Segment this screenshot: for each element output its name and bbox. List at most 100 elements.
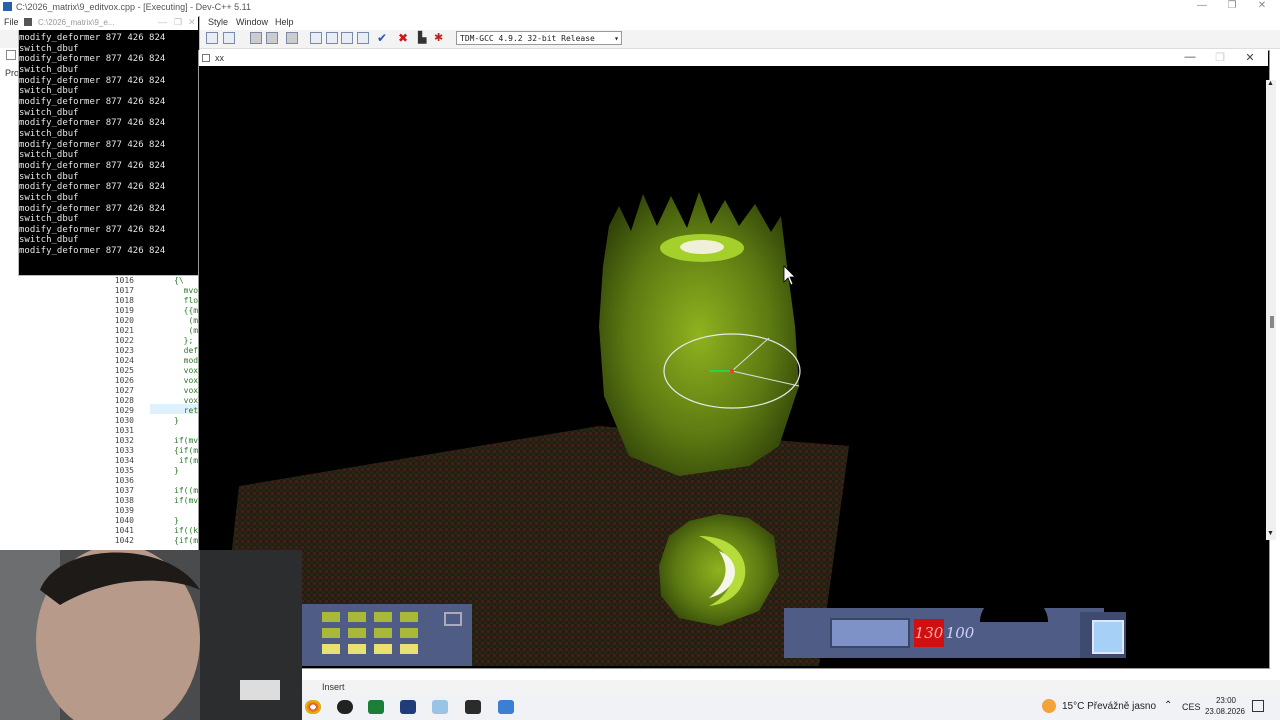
check-icon[interactable]: ✔	[377, 32, 389, 44]
code-lines: 1016 1017 1018 1019 1020 1021 1022 1023 1024 1025…	[110, 276, 203, 550]
hud-slot[interactable]	[348, 612, 366, 622]
hud-slot[interactable]	[374, 612, 392, 622]
hud-health-value: 130	[914, 619, 944, 647]
code-line: mvo	[174, 286, 199, 295]
hud-slot[interactable]	[400, 612, 418, 622]
menu-style[interactable]: Style	[208, 17, 228, 27]
hud-slot[interactable]	[400, 644, 418, 654]
stop-icon[interactable]: ✖	[398, 32, 410, 44]
toolbar-forward-icon[interactable]	[266, 32, 278, 44]
hud-shield-icon[interactable]	[444, 612, 462, 626]
console-line: switch_dbuf	[19, 43, 79, 54]
devcpp-restore-button[interactable]: ❐	[1222, 0, 1242, 11]
game-restore-button[interactable]: ❐	[1205, 51, 1235, 64]
menu-window[interactable]: Window	[236, 17, 268, 27]
game-window-title: xx	[215, 53, 224, 63]
game-icon[interactable]	[465, 700, 481, 714]
notepad-icon[interactable]	[432, 700, 448, 714]
clock-date[interactable]: 23.08.2026	[1200, 707, 1250, 716]
console-line: switch_dbuf	[19, 128, 79, 139]
chevron-down-icon: ▾	[614, 34, 619, 43]
hud-slot[interactable]	[374, 644, 392, 654]
line-number: 1021	[114, 326, 134, 335]
hud-slot[interactable]	[322, 628, 340, 638]
debug-icon[interactable]: ✱	[434, 32, 446, 44]
weather-widget[interactable]: 15°C Převážně jasno	[1062, 701, 1156, 712]
project-icon[interactable]	[6, 50, 16, 60]
weather-icon[interactable]	[1042, 699, 1056, 713]
language-indicator[interactable]: CES	[1182, 702, 1201, 712]
console-line: modify_deformer 877 426 824	[19, 33, 166, 43]
menu-file[interactable]: File	[4, 17, 19, 27]
console-close-button[interactable]: ✕	[188, 17, 196, 28]
console-line: switch_dbuf	[19, 150, 79, 161]
scroll-thumb[interactable]	[1270, 316, 1274, 328]
hud-grid-icon[interactable]	[830, 618, 910, 648]
hud-slot[interactable]	[322, 612, 340, 622]
toolbar-tile-icon[interactable]	[357, 32, 369, 44]
console-title-bar[interactable]: C:\2026_matrix\9_e... — ❐ ✕	[18, 16, 198, 30]
hud-slot[interactable]	[374, 628, 392, 638]
devcpp-close-button[interactable]: ✕	[1252, 0, 1272, 11]
obs-icon[interactable]	[337, 700, 353, 714]
toolbar-grid-icon[interactable]	[341, 32, 353, 44]
game-close-button[interactable]: ✕	[1235, 51, 1265, 64]
chrome-icon[interactable]	[305, 700, 321, 714]
devcpp-icon[interactable]	[368, 700, 384, 714]
code-line: if((m	[174, 486, 199, 495]
hud-slot[interactable]	[348, 644, 366, 654]
devcpp-title-bar[interactable]: C:\2026_matrix\9_editvox.cpp - [Executin…	[0, 0, 1280, 14]
toolbar-indent-icon[interactable]	[206, 32, 218, 44]
line-number: 1033	[114, 446, 134, 455]
line-number: 1035	[114, 466, 134, 475]
line-number: 1028	[114, 396, 134, 405]
line-number: 1039	[114, 506, 134, 515]
devcpp-window-title: C:\2026_matrix\9_editvox.cpp - [Executin…	[16, 2, 251, 12]
toolbar-unindent-icon[interactable]	[223, 32, 235, 44]
console-line: modify_deformer 877 426 824	[19, 182, 166, 193]
console-restore-button[interactable]: ❐	[174, 17, 182, 28]
devcpp-minimize-button[interactable]: —	[1192, 0, 1212, 11]
hud-radar	[980, 596, 1048, 622]
console-line: switch_dbuf	[19, 214, 79, 225]
compiler-select[interactable]: TDM-GCC 4.9.2 32-bit Release ▾	[456, 31, 622, 45]
line-number: 1027	[114, 386, 134, 395]
toolbar-back-icon[interactable]	[250, 32, 262, 44]
console-line: switch_dbuf	[19, 86, 79, 97]
console-minimize-button[interactable]: —	[158, 17, 167, 27]
menu-help[interactable]: Help	[275, 17, 294, 27]
hud-slot[interactable]	[348, 628, 366, 638]
game-minimize-button[interactable]: —	[1175, 51, 1205, 63]
toolbar-new-window-icon[interactable]	[310, 32, 322, 44]
hud-minimap[interactable]	[1092, 620, 1124, 654]
hud-slot[interactable]	[400, 628, 418, 638]
chart-icon[interactable]: ▙	[418, 32, 430, 44]
line-number: 1041	[114, 526, 134, 535]
console-line: switch_dbuf	[19, 64, 79, 75]
scroll-down-icon[interactable]: ▼	[1267, 530, 1274, 537]
hud-inventory-panel[interactable]	[302, 604, 472, 666]
game-title-bar[interactable]: xx — ❐ ✕	[199, 50, 1268, 66]
console-line: switch_dbuf	[19, 171, 79, 182]
toolbar-layout-icon[interactable]	[326, 32, 338, 44]
console-line: modify_deformer 877 426 824	[19, 75, 166, 86]
weather-temp: 15°C	[1062, 701, 1085, 712]
tab-project[interactable]: Pro	[5, 68, 19, 78]
game-window-icon	[202, 54, 210, 62]
devcpp-app-icon	[3, 2, 12, 11]
hud-energy-value: 100	[945, 624, 975, 642]
toolbar-bookmark-icon[interactable]	[286, 32, 298, 44]
voxel-scene[interactable]	[199, 66, 1265, 666]
notification-icon[interactable]	[1252, 700, 1264, 712]
editor-scrollbar[interactable]: ▲ ▼	[1266, 80, 1276, 540]
code-line: {if(m	[174, 446, 199, 455]
clock-time[interactable]: 23:00	[1206, 696, 1246, 705]
code-line: };	[174, 336, 194, 345]
line-number: 1036	[114, 476, 134, 485]
tray-chevron-icon[interactable]: ⌃	[1164, 700, 1172, 711]
app-icon[interactable]	[400, 700, 416, 714]
window-icon[interactable]	[498, 700, 514, 714]
scroll-up-icon[interactable]: ▲	[1267, 80, 1274, 87]
line-number: 1038	[114, 496, 134, 505]
hud-slot[interactable]	[322, 644, 340, 654]
